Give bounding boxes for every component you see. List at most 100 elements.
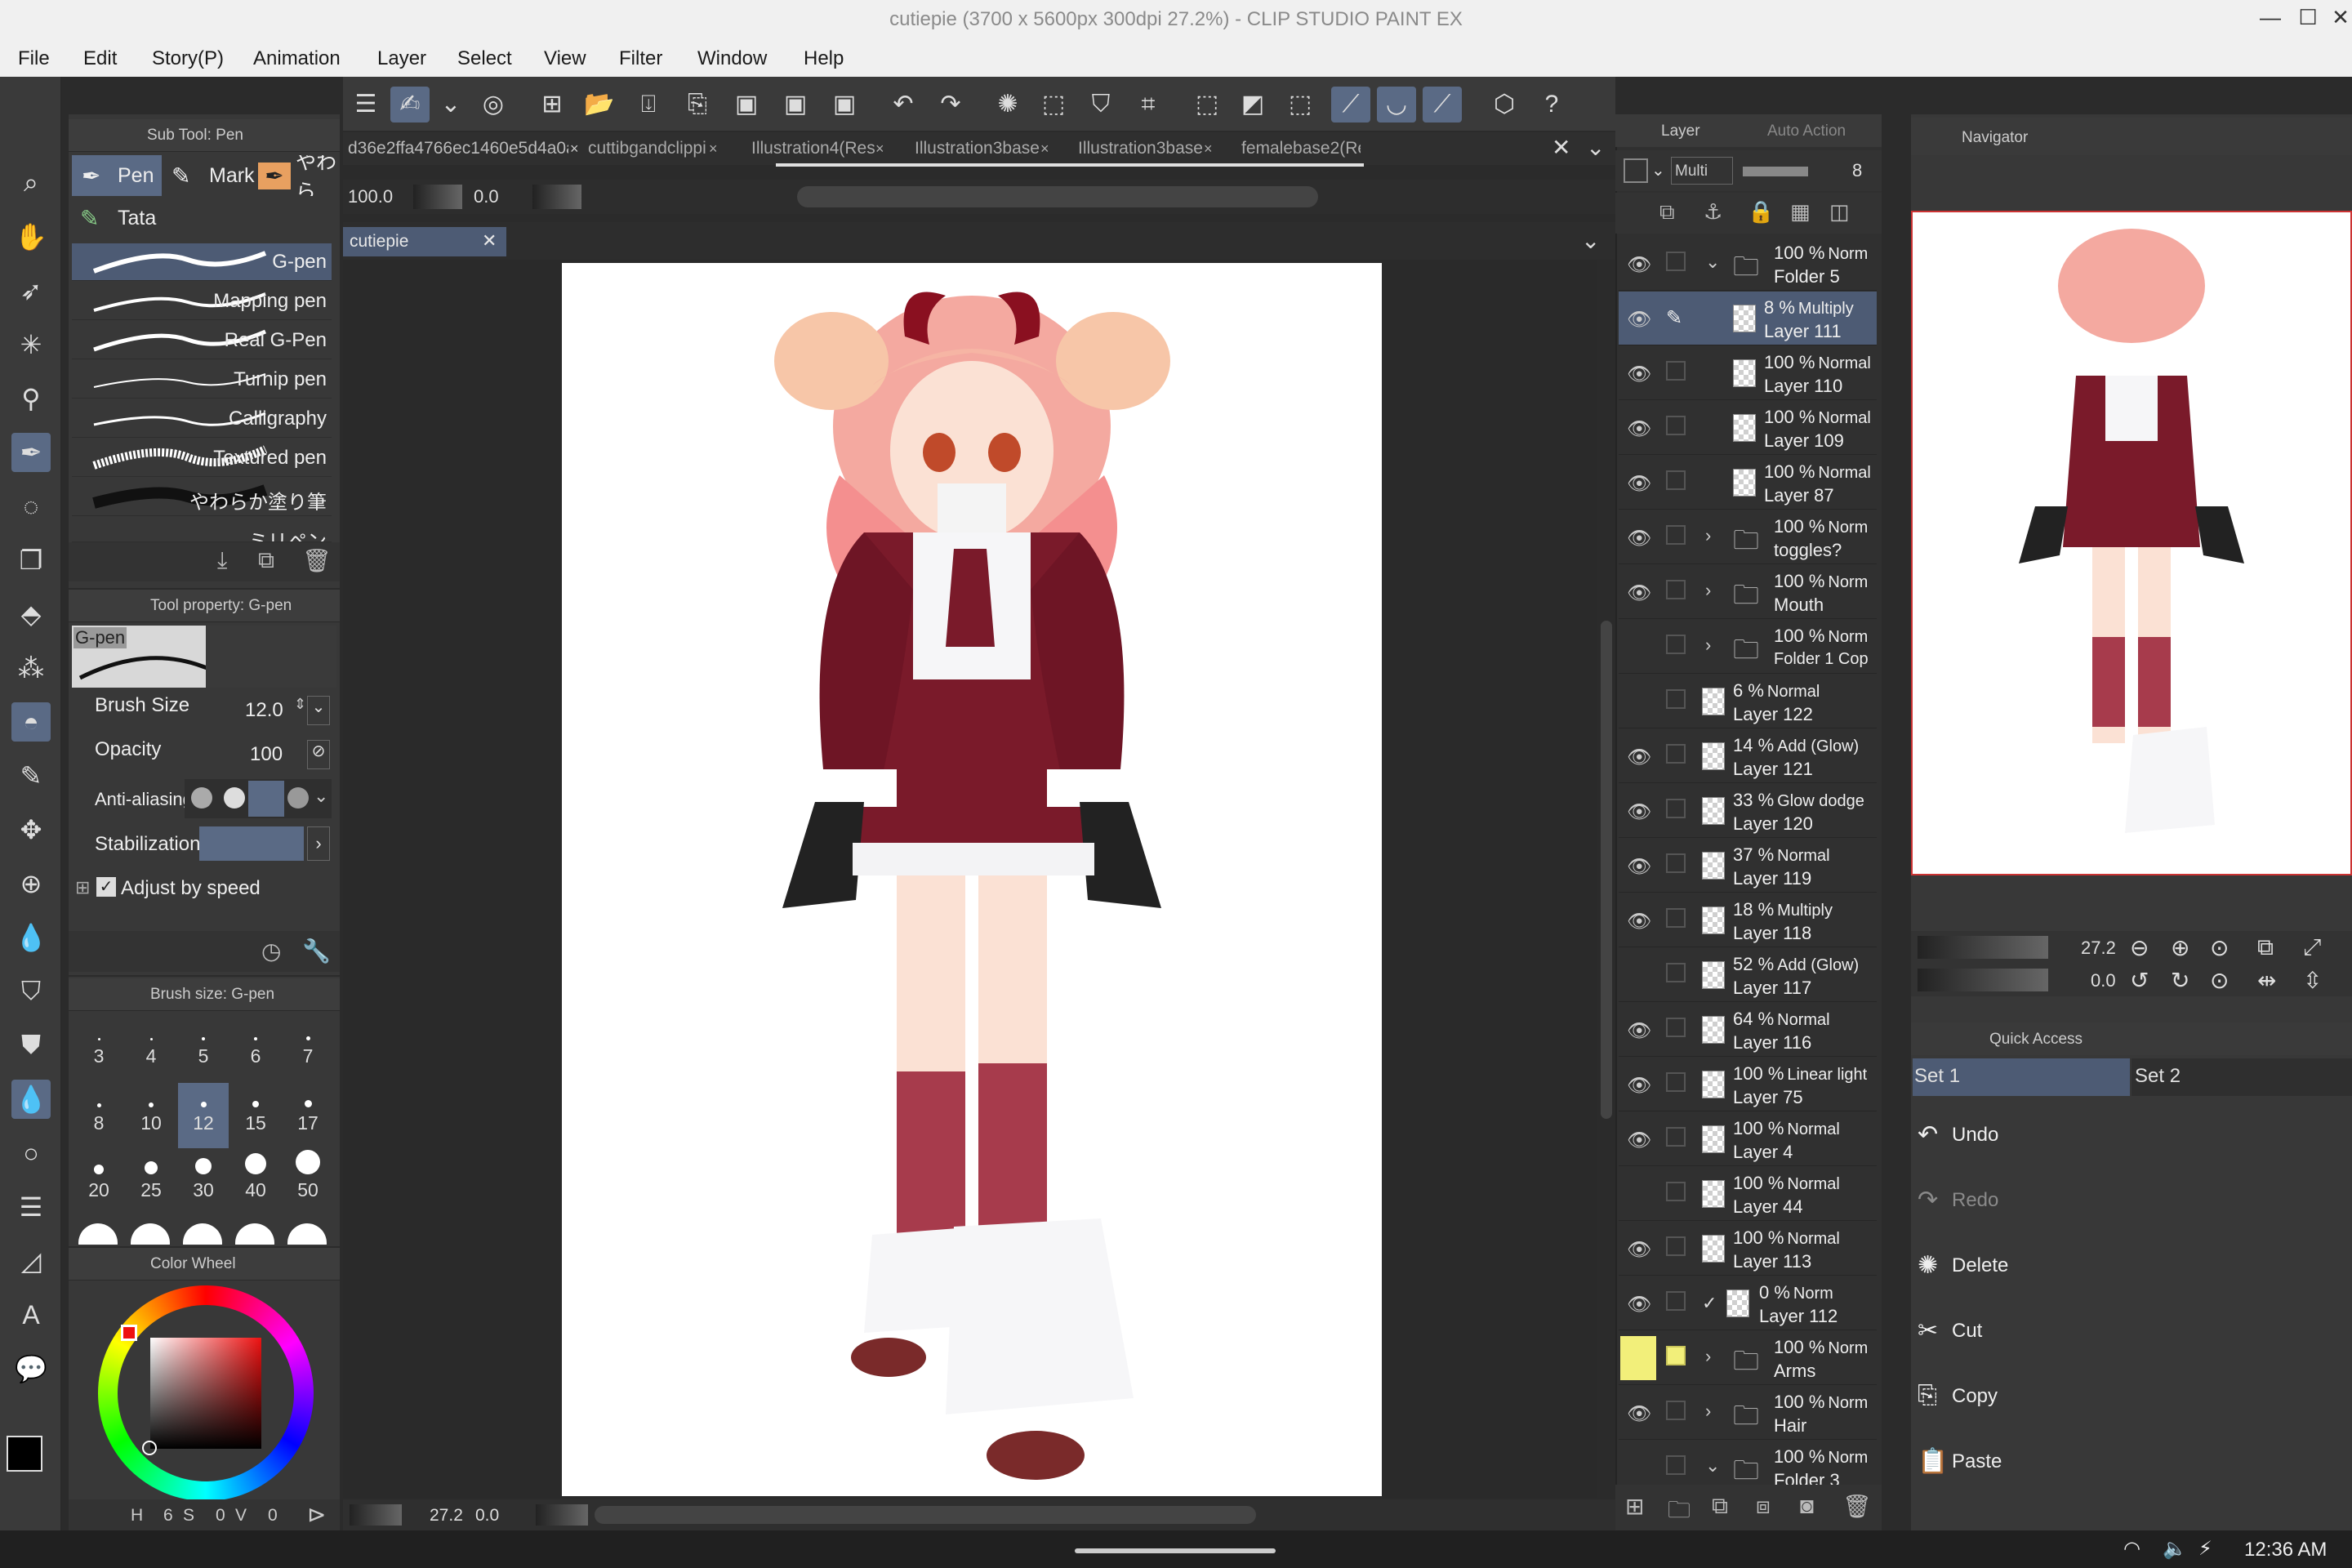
chevron-right-icon[interactable]: › [1705,1346,1711,1367]
close-icon[interactable]: × [1040,140,1049,158]
download-icon[interactable]: ⤓ [217,547,227,574]
layer-lock-toggle[interactable] [1666,963,1686,982]
wrench-icon[interactable]: 🔧 [302,938,331,964]
eye-icon[interactable] [1620,1336,1656,1380]
stabilization-slider[interactable] [199,826,304,861]
play-circle-icon[interactable]: ⊳ [307,1501,326,1528]
tab-list-chevron-icon[interactable]: ⌄ [1586,134,1605,161]
nav-angle-value[interactable]: 0.0 [2091,970,2116,991]
layer-row[interactable]: 52 % Add (Glow) Layer 117 [1619,948,1877,1002]
trash-icon[interactable]: 🗑 [302,547,332,574]
eye-icon[interactable]: 👁 [1627,1293,1651,1316]
size-dot[interactable] [287,1223,327,1245]
layer-lock-toggle[interactable] [1666,1018,1686,1037]
jpg-export-icon[interactable]: ▣ [727,87,766,122]
layer-row[interactable]: 👁 100 % Linear light Layer 75 [1619,1058,1877,1111]
layer-row[interactable]: 👁 ✓ 0 % Norm Layer 112 [1619,1276,1877,1330]
brush-size-option[interactable]: 10 [126,1083,176,1148]
brush-size-option[interactable]: 7 [283,1016,333,1081]
doc-tab[interactable]: femalebase2(Re [1241,139,1361,158]
layer-lock-toggle[interactable] [1666,1072,1686,1092]
doc-tab[interactable]: d36e2ffa4766ec1460e5d4a0abf90c81.jpg(Res… [348,139,568,158]
move-tool-icon[interactable]: ✥ [11,810,51,849]
layer-lock-toggle[interactable] [1666,799,1686,818]
brush-size-option[interactable]: 8 [74,1083,124,1148]
eraser-tool-icon[interactable]: ⬘ [11,595,51,634]
layer-lock-toggle[interactable] [1666,908,1686,928]
layer-lock-toggle[interactable] [1666,1291,1686,1311]
clock-icon[interactable]: ◷ [261,938,281,964]
color-marker[interactable] [142,1441,157,1455]
eye-icon[interactable]: 👁 [1627,308,1651,332]
layer-lock-toggle[interactable] [1666,1182,1686,1201]
home-indicator[interactable] [1075,1548,1276,1553]
quick-access-undo[interactable]: ↶ Undo [1916,1120,2341,1156]
layer-lock-toggle[interactable] [1666,1346,1686,1365]
new-folder-icon[interactable]: 🗀 [1668,1493,1690,1532]
clip-icon[interactable]: ⚓ [1704,199,1722,225]
close-icon[interactable]: × [570,140,579,158]
layer-row[interactable]: 👁 14 % Add (Glow) Layer 121 [1619,729,1877,783]
canvas-tab[interactable]: cutiepie ✕ [343,227,506,256]
operation-tool-icon[interactable]: ➶ [11,271,51,310]
eye-icon[interactable]: 👁 [1627,746,1651,769]
vertical-scrollbar[interactable] [1601,621,1612,1119]
brush-size-option[interactable]: 25 [126,1150,176,1215]
hue-marker[interactable] [121,1325,137,1341]
open-folder-icon[interactable]: 📂 [580,87,619,122]
maximize-button[interactable]: ☐ [2292,5,2324,30]
brush-real-g-pen[interactable]: Real G-Pen [72,322,332,359]
aa-medium-icon[interactable] [248,781,284,817]
layer-opacity-value[interactable]: 8 [1852,160,1862,181]
hamburger-menu-icon[interactable]: ☰ [346,87,385,122]
curve-snap-icon[interactable]: ◡ [1377,87,1416,122]
horizontal-scrollbar[interactable] [797,186,1318,207]
redo-icon[interactable]: ↷ [931,87,970,122]
eye-icon[interactable]: 👁 [1627,527,1651,550]
grid-tool-icon[interactable]: ⊕ [11,864,51,903]
layer-lock-toggle[interactable] [1666,744,1686,764]
eyedropper-tool-icon[interactable]: ⚲ [11,379,51,418]
brush-size-option[interactable]: 3 [74,1016,124,1081]
water-drop-tool-icon[interactable]: 💧 [11,1080,51,1119]
flip-vertical-icon[interactable]: ⇳ [2303,967,2322,994]
rotate-field[interactable]: 0.0 [474,186,499,207]
frame-tool-icon[interactable]: ☰ [11,1187,51,1227]
layer-row[interactable]: 👁 ✎ 8 % Multiply Layer 111 [1619,292,1877,345]
zoom-in-icon[interactable]: ⊕ [2171,934,2189,961]
fit-icon[interactable]: ⊙ [2210,934,2229,961]
tab-pen[interactable]: ✒ Pen [72,155,162,196]
undo-icon[interactable]: ↶ [884,87,923,122]
layer-lock-toggle[interactable] [1666,252,1686,271]
rotate-left-icon[interactable]: ↺ [2130,967,2149,994]
lasso-tool-icon[interactable]: ◌ [11,487,51,526]
layer-lock-toggle[interactable] [1666,635,1686,654]
check-icon[interactable]: ✓ [1702,1293,1717,1314]
help-icon[interactable]: ? [1532,87,1571,122]
brush-size-option[interactable]: 12 [178,1083,229,1148]
brush-size-option[interactable]: 20 [74,1150,124,1215]
close-icon[interactable]: × [875,140,884,158]
text-tool-icon[interactable]: A [11,1295,51,1334]
expand-plus-icon[interactable]: ⊞ [75,877,90,898]
psd-export-icon[interactable]: ▣ [825,87,864,122]
chevron-right-icon[interactable]: › [1705,635,1711,656]
tab-close-icon[interactable]: ✕ [1552,134,1570,161]
layer-lock-toggle[interactable] [1666,361,1686,381]
hand-tool-icon[interactable]: ✋ [11,217,51,256]
size-dot[interactable] [78,1223,118,1245]
chevron-down-icon[interactable]: ⌄ [1705,252,1720,273]
transform-icon[interactable]: ⌗ [1129,87,1168,122]
aa-weak-icon[interactable] [224,787,245,808]
angle-value[interactable]: 0.0 [475,1506,499,1526]
chevron-down-icon[interactable]: ⌄ [1581,227,1600,254]
eye-icon[interactable]: 👁 [1627,1019,1651,1043]
brush-size-option[interactable]: 5 [178,1016,229,1081]
droplets-tool-icon[interactable]: 💧 [11,918,51,957]
pen-tool-icon[interactable]: ✒ [11,433,51,472]
chevron-down-icon[interactable]: ⌄ [314,786,328,807]
opacity-value[interactable]: 100 [250,743,283,766]
airbrush-tool-icon[interactable]: ✎ [11,756,51,795]
antialiasing-selector[interactable]: ⌄ [185,779,332,818]
close-icon[interactable]: × [1204,140,1213,158]
